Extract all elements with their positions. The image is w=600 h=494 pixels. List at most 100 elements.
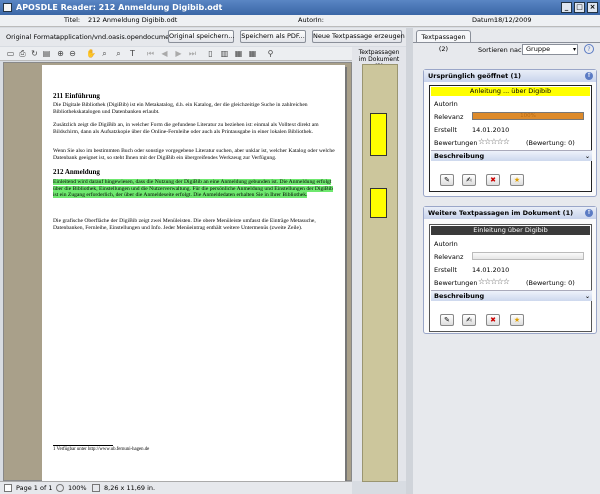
refresh-icon[interactable]: ↻ [30, 49, 39, 58]
fit-page-icon[interactable]: ▤ [42, 49, 51, 58]
title-value: 212 Anmeldung Digibib.odt [88, 16, 178, 24]
paragraph: Wenn Sie also im bestimmten Buch oder so… [53, 148, 335, 161]
passage-card[interactable]: Einleitung über Digibib AutorIn Relevanz… [429, 224, 592, 332]
edit-icon[interactable]: ✎ [440, 314, 454, 326]
document-page: 211 Einführung Die Digitale Bibliothek (… [42, 65, 345, 481]
zoom-out-icon[interactable]: ⊖ [68, 49, 77, 58]
comment-icon[interactable]: ✍ [462, 314, 476, 326]
save-pdf-button[interactable]: Speichern als PDF... [240, 30, 306, 43]
zoom-in-icon[interactable]: ⊕ [56, 49, 65, 58]
new-passage-button[interactable]: Neue Textpassage erzeugen [312, 30, 405, 43]
created-value: 14.01.2010 [472, 126, 510, 134]
date-value: 18/12/2009 [494, 16, 532, 24]
delete-icon[interactable]: ✖ [486, 314, 500, 326]
description-label: Beschreibung [434, 292, 485, 300]
open-icon[interactable]: ▭ [6, 49, 15, 58]
next-page-icon[interactable]: ▶ [174, 49, 183, 58]
page-indicator: Page 1 of 1 [16, 484, 53, 492]
footnote-divider [53, 445, 113, 446]
hand-tool-icon[interactable]: ✋ [86, 49, 96, 58]
author-label: AutorIn: [298, 16, 324, 24]
favorite-icon[interactable]: ★ [510, 314, 524, 326]
relevance-label: Relevanz [434, 113, 464, 121]
sort-select[interactable]: Gruppe ▾ [522, 44, 578, 55]
highlighted-passage[interactable]: Einleitend wird darauf hingewiesen, dass… [53, 179, 335, 199]
chevron-down-icon: ⌄ [584, 153, 590, 160]
print-icon[interactable]: ⎙ [18, 49, 27, 58]
page-icon [4, 484, 12, 492]
paragraph: Die Digitale Bibliothek (DigiBib) ist ei… [53, 102, 308, 115]
facing-continuous-icon[interactable]: ▦ [248, 49, 257, 58]
ratings-label: Bewertungen [434, 279, 478, 287]
zoom-level: 100% [68, 484, 87, 492]
heading-212: 212 Anmeldung [53, 168, 100, 176]
document-meta-bar: Titel: 212 Anmeldung Digibib.odt AutorIn… [0, 15, 600, 27]
rating-stars[interactable]: ☆☆☆☆☆ [478, 138, 510, 146]
footnote: 1 Verfügbar unter http://www.ub.fernuni-… [53, 447, 150, 452]
created-label: Erstellt [434, 126, 457, 134]
relevance-fill: 100% [473, 113, 583, 119]
help-icon[interactable]: ? [584, 44, 594, 54]
ratings-value: (Bewertung: 0) [526, 139, 575, 147]
save-original-button[interactable]: Original speichern... [168, 30, 234, 43]
viewer-toolbar: ▭ ⎙ ↻ ▤ ⊕ ⊖ ✋ ⌕ ⌕ T ⏮ ◀ ▶ ⏭ ▯ ▥ ▦ ▦ ⚲ [0, 47, 352, 61]
close-icon[interactable]: × [587, 2, 598, 13]
relevance-bar: 100% [472, 112, 584, 120]
sort-label: Sortieren nach [478, 46, 526, 54]
minimize-icon[interactable]: _ [561, 2, 572, 13]
window-title: APOSDLE Reader: 212 Anmeldung Digibib.od… [16, 3, 223, 12]
app-icon [3, 3, 12, 12]
description-header[interactable]: Beschreibung ⌄ [431, 290, 592, 301]
collapse-icon[interactable]: ⇑ [585, 209, 593, 217]
search-icon[interactable]: ⚲ [266, 49, 275, 58]
card-title: Einleitung über Digibib [431, 226, 590, 235]
ratings-label: Bewertungen [434, 139, 478, 147]
edit-icon[interactable]: ✎ [440, 174, 454, 186]
relevance-bar [472, 252, 584, 260]
passage-strip [362, 64, 398, 482]
author-label: AutorIn [434, 100, 458, 108]
heading-211: 211 Einführung [53, 92, 100, 100]
magnify-icon[interactable]: ⌕ [100, 49, 109, 58]
highlighted-text: Einleitend wird darauf hingewiesen, dass… [53, 179, 333, 199]
paragraph: Die grafische Oberfläche der DigiBib zei… [53, 218, 316, 231]
continuous-icon[interactable]: ▥ [220, 49, 229, 58]
ratings-value: (Bewertung: 0) [526, 279, 575, 287]
tab-divider [413, 42, 600, 43]
facing-icon[interactable]: ▦ [234, 49, 243, 58]
paragraph: Zusätzlich zeigt die DigiBib an, in welc… [53, 122, 319, 135]
author-label: AutorIn [434, 240, 458, 248]
zoom-icon [56, 484, 64, 492]
first-page-icon[interactable]: ⏮ [146, 49, 155, 58]
rating-stars[interactable]: ☆☆☆☆☆ [478, 278, 510, 286]
chevron-down-icon: ▾ [572, 46, 576, 53]
status-bar: Page 1 of 1 100% 8,26 x 11,69 in. [0, 481, 352, 494]
passage-card-selected[interactable]: Anleitung ... über Digibib AutorIn Relev… [429, 85, 592, 192]
passage-marker[interactable] [370, 188, 387, 218]
panel-originally-opened: Ursprünglich geöffnet (1) ⇑ Anleitung ..… [423, 69, 597, 197]
collapse-icon[interactable]: ⇑ [585, 72, 593, 80]
prev-page-icon[interactable]: ◀ [160, 49, 169, 58]
relevance-label: Relevanz [434, 253, 464, 261]
panel-title: Ursprünglich geöffnet (1) [424, 70, 596, 82]
text-select-icon[interactable]: T [128, 49, 137, 58]
size-icon [92, 484, 100, 492]
last-page-icon[interactable]: ⏭ [188, 49, 197, 58]
maximize-icon[interactable]: □ [574, 2, 585, 13]
comment-icon[interactable]: ✍ [462, 174, 476, 186]
page-size: 8,26 x 11,69 in. [104, 484, 156, 492]
chevron-down-icon: ⌄ [584, 293, 590, 300]
passage-marker[interactable] [370, 113, 387, 156]
splitter-handle[interactable] [406, 28, 413, 494]
created-value: 14.01.2010 [472, 266, 510, 274]
delete-icon[interactable]: ✖ [486, 174, 500, 186]
single-page-icon[interactable]: ▯ [206, 49, 215, 58]
sort-value: Gruppe [526, 45, 551, 53]
description-label: Beschreibung [434, 152, 485, 160]
zoom-select-icon[interactable]: ⌕ [114, 49, 123, 58]
card-title: Anleitung ... über Digibib [431, 87, 590, 96]
format-bar: Original Format: application/vnd.oasis.o… [0, 28, 408, 46]
description-header[interactable]: Beschreibung ⌄ [431, 150, 592, 161]
title-bar: APOSDLE Reader: 212 Anmeldung Digibib.od… [0, 0, 600, 15]
favorite-icon[interactable]: ★ [510, 174, 524, 186]
